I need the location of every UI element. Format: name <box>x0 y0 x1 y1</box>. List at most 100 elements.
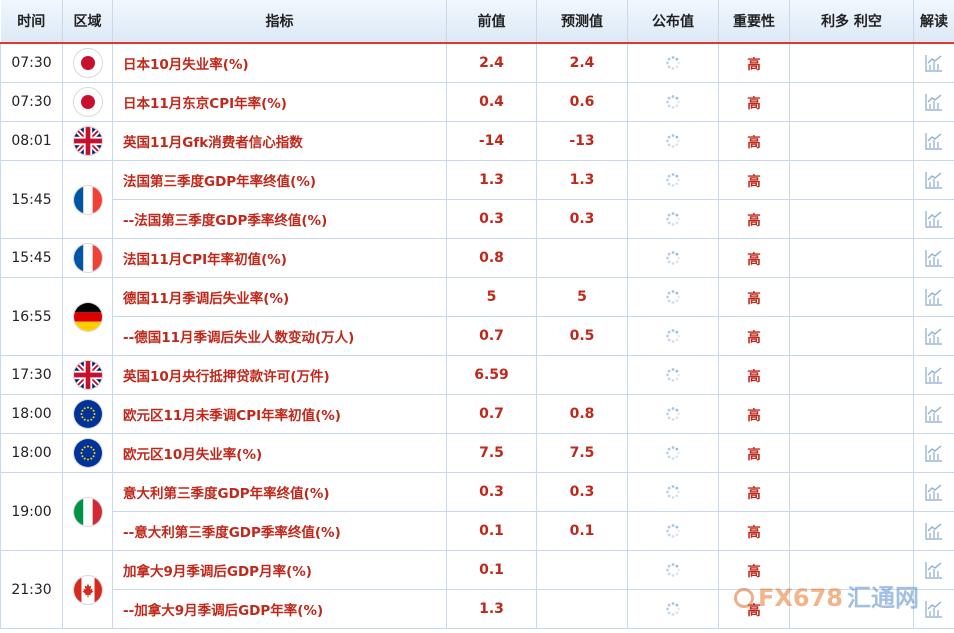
header-forecast: 预测值 <box>536 0 628 44</box>
indicator-name[interactable]: 欧元区11月未季调CPI年率初值(%) <box>112 394 447 434</box>
analysis-cell <box>913 472 954 512</box>
analysis-cell <box>913 199 954 239</box>
region-cell <box>62 277 113 356</box>
forecast-value: 5 <box>536 277 628 317</box>
loading-spinner-icon <box>665 172 681 188</box>
chart-analysis-icon[interactable] <box>924 560 944 580</box>
importance-badge: 高 <box>718 82 790 122</box>
region-cell <box>62 238 113 278</box>
uk-flag-icon <box>72 126 103 156</box>
actual-value <box>627 238 719 278</box>
region-cell <box>62 433 113 473</box>
indicator-name[interactable]: 欧元区10月失业率(%) <box>112 433 447 473</box>
previous-value: 2.4 <box>446 42 537 83</box>
header-impact: 利多 利空 <box>789 0 914 44</box>
indicator-name[interactable]: 法国11月CPI年率初值(%) <box>112 238 447 278</box>
forecast-value: -13 <box>536 121 628 161</box>
chart-analysis-icon[interactable] <box>924 326 944 346</box>
chart-analysis-icon[interactable] <box>924 443 944 463</box>
canada-flag-icon <box>72 574 103 605</box>
header-actual: 公布值 <box>627 0 719 44</box>
impact-cell <box>789 355 914 395</box>
event-time: 17:30 <box>0 355 63 395</box>
previous-value: 1.3 <box>446 160 537 200</box>
indicator-name[interactable]: --加拿大9月季调后GDP年率(%) <box>112 589 447 629</box>
analysis-cell <box>913 433 954 473</box>
indicator-name[interactable]: 意大利第三季度GDP年率终值(%) <box>112 472 447 512</box>
table-row: 16:55 德国11月季调后失业率(%) 5 5 高 <box>0 277 954 356</box>
indicator-name[interactable]: --法国第三季度GDP季率终值(%) <box>112 199 447 239</box>
indicator-name[interactable]: 日本10月失业率(%) <box>112 42 447 83</box>
chart-analysis-icon[interactable] <box>924 170 944 190</box>
table-row: 08:01 英国11月Gfk消费者信心指数 -14 -13 高 <box>0 121 954 161</box>
chart-analysis-icon[interactable] <box>924 599 944 619</box>
region-cell <box>62 355 113 395</box>
event-time: 08:01 <box>0 121 63 161</box>
economic-calendar-table: 时间 区域 指标 前值 预测值 公布值 重要性 利多 利空 解读 07:30 日… <box>0 0 954 629</box>
previous-value: 0.7 <box>446 394 537 434</box>
chart-analysis-icon[interactable] <box>924 365 944 385</box>
table-row: 15:45 法国11月CPI年率初值(%) 0.8 高 <box>0 238 954 278</box>
table-row: 21:30 加拿大9月季调后GDP月率(%) 0.1 高 <box>0 550 954 629</box>
actual-value <box>627 160 719 200</box>
chart-analysis-icon[interactable] <box>924 92 944 112</box>
importance-badge: 高 <box>718 238 790 278</box>
forecast-value: 0.6 <box>536 82 628 122</box>
actual-value <box>627 316 719 356</box>
analysis-cell <box>913 238 954 278</box>
previous-value: 0.7 <box>446 316 537 356</box>
previous-value: -14 <box>446 121 537 161</box>
header-indicator: 指标 <box>112 0 447 44</box>
forecast-value <box>536 589 628 629</box>
forecast-value: 0.5 <box>536 316 628 356</box>
loading-spinner-icon <box>665 289 681 305</box>
chart-analysis-icon[interactable] <box>924 287 944 307</box>
region-cell <box>62 550 113 629</box>
germany-flag-icon <box>72 301 103 332</box>
chart-analysis-icon[interactable] <box>924 131 944 151</box>
analysis-cell <box>913 277 954 317</box>
table-body: 07:30 日本10月失业率(%) 2.4 2.4 高 07:30 日本11月东… <box>0 42 954 629</box>
chart-analysis-icon[interactable] <box>924 404 944 424</box>
table-row: 15:45 法国第三季度GDP年率终值(%) 1.3 1.3 高 <box>0 160 954 239</box>
table-row: 18:00 欧元区11月未季调CPI年率初值(%) 0.7 0.8 高 <box>0 394 954 434</box>
header-region: 区域 <box>62 0 113 44</box>
forecast-value <box>536 238 628 278</box>
chart-analysis-icon[interactable] <box>924 521 944 541</box>
chart-analysis-icon[interactable] <box>924 482 944 502</box>
actual-value <box>627 394 719 434</box>
indicator-name[interactable]: 德国11月季调后失业率(%) <box>112 277 447 317</box>
event-time: 18:00 <box>0 433 63 473</box>
impact-cell <box>789 238 914 278</box>
indicator-name[interactable]: 加拿大9月季调后GDP月率(%) <box>112 550 447 590</box>
region-cell <box>62 394 113 434</box>
indicator-name[interactable]: 法国第三季度GDP年率终值(%) <box>112 160 447 200</box>
event-time: 16:55 <box>0 277 63 356</box>
actual-value <box>627 355 719 395</box>
table-row: --加拿大9月季调后GDP年率(%) 1.3 高 <box>1 589 954 629</box>
forecast-value: 7.5 <box>536 433 628 473</box>
importance-badge: 高 <box>718 433 790 473</box>
table-row: --意大利第三季度GDP季率终值(%) 0.1 0.1 高 <box>1 511 954 551</box>
importance-badge: 高 <box>718 589 790 629</box>
table-row: 07:30 日本11月东京CPI年率(%) 0.4 0.6 高 <box>0 82 954 122</box>
forecast-value <box>536 550 628 590</box>
importance-badge: 高 <box>718 550 790 590</box>
chart-analysis-icon[interactable] <box>924 53 944 73</box>
chart-analysis-icon[interactable] <box>924 209 944 229</box>
analysis-cell <box>913 42 954 83</box>
loading-spinner-icon <box>665 133 681 149</box>
loading-spinner-icon <box>665 406 681 422</box>
forecast-value: 0.3 <box>536 472 628 512</box>
chart-analysis-icon[interactable] <box>924 248 944 268</box>
indicator-name[interactable]: --德国11月季调后失业人数变动(万人) <box>112 316 447 356</box>
previous-value: 0.1 <box>446 511 537 551</box>
impact-cell <box>789 121 914 161</box>
previous-value: 6.59 <box>446 355 537 395</box>
impact-cell <box>789 433 914 473</box>
indicator-name[interactable]: 英国10月央行抵押贷款许可(万件) <box>112 355 447 395</box>
event-time: 18:00 <box>0 394 63 434</box>
indicator-name[interactable]: 日本11月东京CPI年率(%) <box>112 82 447 122</box>
indicator-name[interactable]: --意大利第三季度GDP季率终值(%) <box>112 511 447 551</box>
indicator-name[interactable]: 英国11月Gfk消费者信心指数 <box>112 121 447 161</box>
